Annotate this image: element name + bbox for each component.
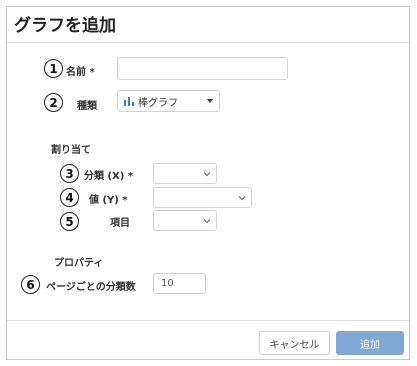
marker-5: 5 xyxy=(60,212,79,231)
category-required-mark: * xyxy=(127,171,134,182)
item-label: 項目 xyxy=(110,218,130,229)
name-input[interactable] xyxy=(117,57,288,80)
value-label: 値 (Y) * xyxy=(89,191,128,206)
per-page-label: ページごとの分類数 xyxy=(46,282,136,293)
chart-type-value: 棒グラフ xyxy=(138,97,178,109)
add-button[interactable]: 追加 xyxy=(336,331,404,355)
marker-2: 2 xyxy=(44,93,63,112)
type-label: 種類 xyxy=(77,101,97,112)
dialog-title: グラフを追加 xyxy=(14,16,116,36)
category-select[interactable] xyxy=(153,163,217,184)
cancel-button[interactable]: キャンセル xyxy=(259,331,330,355)
property-section-heading: プロパティ xyxy=(54,258,104,269)
name-label: 名前 * xyxy=(66,63,95,78)
header-divider xyxy=(7,42,409,43)
add-graph-dialog: グラフを追加 1 名前 * 2 種類 棒グラフ 割り当て 3 分類 (X) * … xyxy=(6,6,410,360)
value-required-mark: * xyxy=(122,195,128,206)
chart-type-dropdown[interactable]: 棒グラフ xyxy=(117,90,220,112)
value-label-text: 値 (Y) xyxy=(89,195,119,206)
marker-3: 3 xyxy=(60,164,79,183)
chevron-down-icon xyxy=(238,195,246,200)
name-required-mark: * xyxy=(89,67,95,78)
marker-4: 4 xyxy=(60,188,79,207)
marker-6: 6 xyxy=(21,275,40,294)
chevron-down-icon xyxy=(203,171,211,176)
item-select[interactable] xyxy=(153,210,217,231)
name-label-text: 名前 xyxy=(66,67,86,78)
category-label: 分類 (X) * xyxy=(84,167,133,182)
category-label-text: 分類 (X) xyxy=(84,171,125,182)
per-page-input[interactable]: 10 xyxy=(153,273,206,294)
chevron-down-icon xyxy=(203,218,211,223)
marker-1: 1 xyxy=(44,59,63,78)
value-select[interactable] xyxy=(153,187,252,208)
assign-section-heading: 割り当て xyxy=(51,145,91,156)
footer-divider xyxy=(7,320,409,321)
bar-chart-icon xyxy=(124,96,134,106)
caret-down-icon xyxy=(207,99,213,103)
